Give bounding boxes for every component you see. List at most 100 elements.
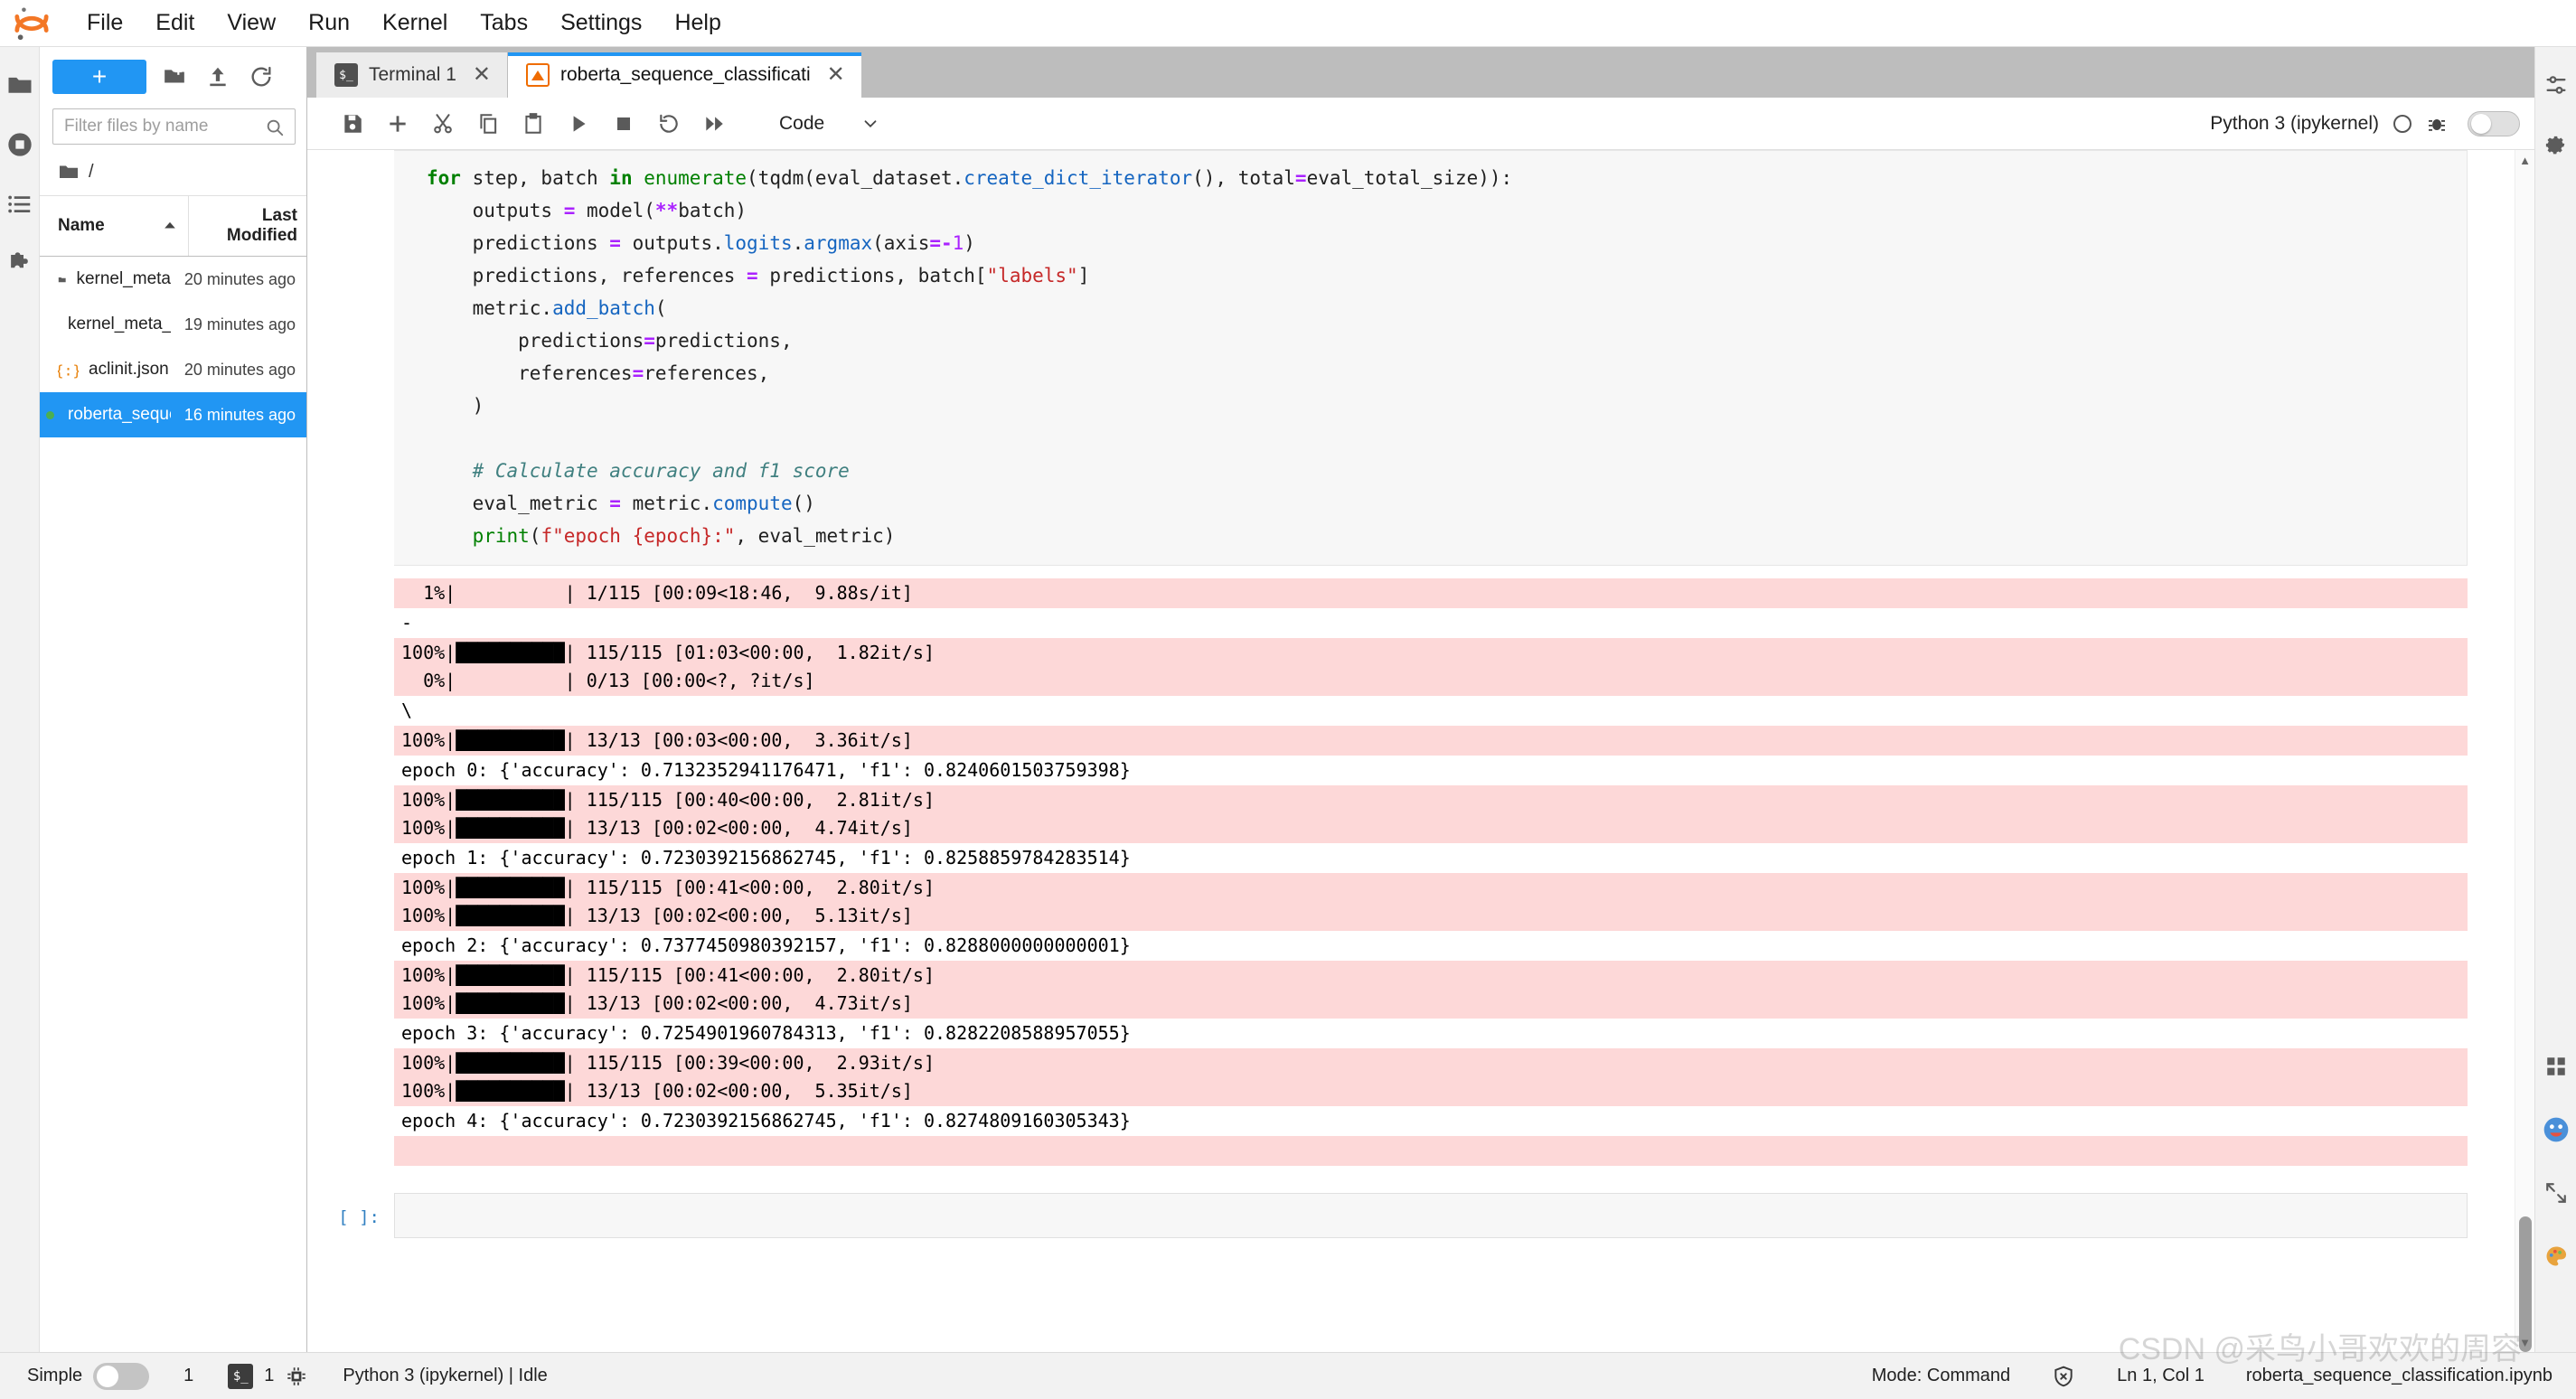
- paste-cell-button[interactable]: [512, 104, 555, 144]
- sidebar-item-extensions[interactable]: [2, 246, 38, 282]
- code-editor[interactable]: for step, batch in enumerate(tqdm(eval_d…: [394, 150, 2468, 566]
- menu-edit[interactable]: Edit: [141, 6, 209, 40]
- upload-icon: [210, 67, 226, 87]
- cursor-position[interactable]: Ln 1, Col 1: [2110, 1362, 2212, 1390]
- sidebar-item-running-sessions[interactable]: [2, 127, 38, 163]
- left-activity-bar: [0, 47, 40, 1352]
- code-editor-empty[interactable]: [394, 1193, 2468, 1238]
- close-icon[interactable]: ✕: [473, 64, 491, 86]
- terminal-session-count[interactable]: $_ 1: [221, 1360, 315, 1393]
- property-inspector-button[interactable]: [2538, 67, 2574, 103]
- scissors-icon: [434, 113, 452, 133]
- interrupt-kernel-button[interactable]: [602, 104, 645, 144]
- simple-mode-toggle[interactable]: [93, 1362, 150, 1390]
- menu-tabs[interactable]: Tabs: [465, 6, 542, 40]
- upload-button[interactable]: [202, 61, 233, 92]
- file-name-label: roberta_seque...: [68, 405, 171, 424]
- copy-cell-button[interactable]: [466, 104, 510, 144]
- feedback-smiley-button[interactable]: [2538, 1112, 2574, 1148]
- kernel-session-count[interactable]: 1: [176, 1362, 201, 1390]
- refresh-icon: [251, 66, 271, 87]
- shield-x-icon: [2054, 1366, 2073, 1386]
- new-folder-button[interactable]: [159, 61, 190, 92]
- kernel-status-label: Python 3 (ipykernel) | Idle: [343, 1366, 548, 1385]
- kernel-status-text[interactable]: Python 3 (ipykernel) | Idle: [335, 1362, 554, 1390]
- tab-roberta-notebook[interactable]: roberta_sequence_classificati ✕: [507, 52, 862, 98]
- output-line: 100%|██████████| 115/115 [00:41<00:00, 2…: [394, 873, 2468, 931]
- running-sessions-icon: [7, 133, 32, 156]
- restart-kernel-button[interactable]: [647, 104, 691, 144]
- apps-grid-button[interactable]: [2538, 1048, 2574, 1084]
- sidebar-item-toc[interactable]: [2, 186, 38, 222]
- column-header-name[interactable]: Name: [40, 196, 189, 256]
- new-launcher-button[interactable]: +: [52, 60, 146, 94]
- restart-icon: [660, 114, 678, 133]
- theme-palette-button[interactable]: [2538, 1238, 2574, 1274]
- terminal-count-label: 1: [264, 1366, 275, 1385]
- filter-files-input[interactable]: [52, 108, 296, 145]
- code-cell-empty[interactable]: [ ]:: [307, 1166, 2515, 1238]
- kernel-idle-circle-icon: [2393, 114, 2411, 133]
- column-header-name-label: Name: [58, 216, 105, 235]
- close-icon[interactable]: ✕: [827, 64, 845, 86]
- restart-and-run-all-button[interactable]: [692, 104, 736, 144]
- kernel-bug-icon[interactable]: [2426, 113, 2448, 135]
- scroll-down-icon[interactable]: ▼: [2515, 1332, 2534, 1352]
- current-filename[interactable]: roberta_sequence_classification.ipynb: [2239, 1362, 2560, 1390]
- cell-type-dropdown[interactable]: Code: [770, 108, 889, 140]
- menu-file[interactable]: File: [72, 6, 137, 40]
- simple-mode-toggle-item[interactable]: Simple: [20, 1359, 156, 1394]
- tab-bar: $_ Terminal 1 ✕ roberta_sequence_classif…: [307, 47, 2534, 98]
- list-item[interactable]: kernel_meta_t... 19 minutes ago: [40, 302, 306, 347]
- refresh-button[interactable]: [246, 61, 277, 92]
- list-item[interactable]: kernel_meta 20 minutes ago: [40, 257, 306, 302]
- menu-view[interactable]: View: [212, 6, 290, 40]
- breadcrumb-root-label: /: [89, 161, 94, 182]
- menu-help[interactable]: Help: [660, 6, 735, 40]
- run-cell-button[interactable]: [557, 104, 600, 144]
- list-item[interactable]: {:} aclinit.json 20 minutes ago: [40, 347, 306, 392]
- breadcrumb[interactable]: /: [40, 148, 306, 195]
- toc-icon: [7, 195, 30, 213]
- copy-icon: [480, 113, 497, 134]
- folder-icon: [60, 165, 78, 178]
- kernel-name-label[interactable]: Python 3 (ipykernel): [2210, 113, 2379, 135]
- code-line: predictions, references = predictions, b…: [427, 265, 1090, 286]
- output-line: \: [401, 700, 413, 721]
- scroll-up-icon[interactable]: ▲: [2515, 150, 2534, 170]
- trust-status[interactable]: [2045, 1361, 2082, 1392]
- code-line: references=references,: [427, 362, 770, 384]
- menu-run[interactable]: Run: [294, 6, 364, 40]
- expand-toggle-button[interactable]: [2538, 1175, 2574, 1211]
- save-button[interactable]: [331, 104, 374, 144]
- save-icon: [344, 114, 362, 133]
- file-name-label: kernel_meta: [76, 269, 171, 288]
- debugger-toggle[interactable]: [2468, 110, 2520, 136]
- simple-mode-label: Simple: [27, 1366, 83, 1385]
- new-folder-icon: [165, 68, 184, 83]
- status-bar-left: Simple 1 $_ 1 Python 3 (ipykernel) | Idl…: [20, 1359, 555, 1394]
- output-line: [394, 1136, 2468, 1166]
- status-bar: Simple 1 $_ 1 Python 3 (ipykernel) | Idl…: [0, 1352, 2576, 1399]
- workspace: + Filter files by name / Name Last Modif…: [0, 47, 2576, 1352]
- code-cell[interactable]: for step, batch in enumerate(tqdm(eval_d…: [307, 150, 2515, 1166]
- column-header-last-modified[interactable]: Last Modified: [189, 196, 306, 256]
- fast-forward-icon: [706, 116, 723, 131]
- folder-icon: [58, 277, 66, 282]
- code-line: predictions=predictions,: [427, 330, 793, 352]
- sidebar-item-file-browser[interactable]: [2, 67, 38, 103]
- settings-panel-button[interactable]: [2538, 128, 2574, 164]
- notebook-icon: [525, 63, 550, 87]
- menu-kernel[interactable]: Kernel: [368, 6, 462, 40]
- insert-cell-button[interactable]: [376, 104, 419, 144]
- menu-settings[interactable]: Settings: [546, 6, 656, 40]
- play-icon: [573, 115, 586, 132]
- list-item[interactable]: roberta_seque... 16 minutes ago: [40, 392, 306, 437]
- right-sidebar: [2534, 47, 2576, 1352]
- cut-cell-button[interactable]: [421, 104, 465, 144]
- output-line: 100%|██████████| 115/115 [00:39<00:00, 2…: [394, 1048, 2468, 1106]
- file-name-label: kernel_meta_t...: [68, 315, 171, 333]
- tab-terminal-1[interactable]: $_ Terminal 1 ✕: [316, 52, 508, 98]
- notebook-scrollbar[interactable]: ▲ ▼: [2515, 150, 2534, 1352]
- editor-mode[interactable]: Mode: Command: [1865, 1362, 2017, 1390]
